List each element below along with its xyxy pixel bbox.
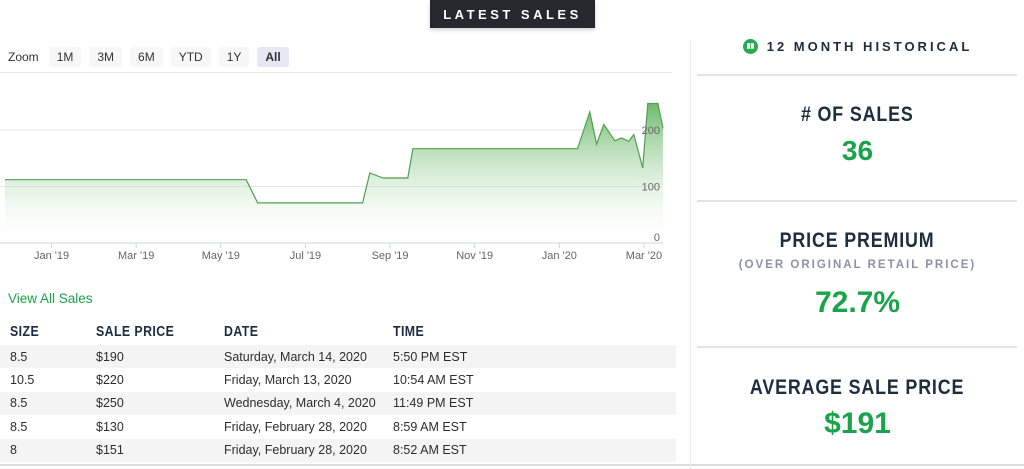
sales-chart[interactable]: Jan '19 Mar '19 May '19 Jul '19 Sep '19 Nov '… xyxy=(0,85,672,268)
twelve-month-historical-panel: 12 MONTH HISTORICAL # OF SALES 36 PRICE … xyxy=(691,0,1024,469)
svg-text:May '19: May '19 xyxy=(202,250,240,262)
cell-time: 11:49 PM EST xyxy=(393,396,474,411)
stat-price-premium-sublabel: (OVER ORIGINAL RETAIL PRICE) xyxy=(738,259,977,271)
svg-text:100: 100 xyxy=(642,182,660,194)
zoom-option-1y[interactable]: 1Y xyxy=(218,47,250,67)
cell-time: 8:59 AM EST xyxy=(393,419,467,434)
zoom-option-1m[interactable]: 1M xyxy=(48,47,82,67)
table-row: 8.5 $130 Friday, February 28, 2020 8:59 AM … xyxy=(0,415,676,438)
latest-sales-tab[interactable]: LATEST SALES xyxy=(430,0,595,28)
historical-icon xyxy=(742,39,758,54)
cell-date: Friday, February 28, 2020 xyxy=(224,443,367,458)
column-header-size: SIZE xyxy=(10,323,40,340)
zoom-option-6m[interactable]: 6M xyxy=(130,47,163,67)
chart-zoom-bar: Zoom 1M 3M 6M YTD 1Y All xyxy=(8,46,289,68)
panel-divider-2 xyxy=(697,200,1017,202)
zoom-option-all[interactable]: All xyxy=(257,47,289,67)
svg-text:0: 0 xyxy=(654,232,660,244)
svg-text:Mar '19: Mar '19 xyxy=(118,250,154,262)
stat-average-sale-price-label: AVERAGE SALE PRICE xyxy=(750,376,965,399)
zoom-option-ytd[interactable]: YTD xyxy=(170,47,211,67)
table-row: 8 $151 Friday, February 28, 2020 8:52 AM ES… xyxy=(0,438,676,462)
column-header-time: TIME xyxy=(393,323,425,340)
panel-divider-3 xyxy=(697,346,1017,348)
svg-text:200: 200 xyxy=(642,125,660,137)
table-row: 8.5 $250 Wednesday, March 4, 2020 11:49 PM … xyxy=(0,391,676,416)
panel-divider-1 xyxy=(697,74,1017,76)
table-row: 10.5 $220 Friday, March 13, 2020 10:54 AM E… xyxy=(0,368,676,391)
cell-date: Wednesday, March 4, 2020 xyxy=(224,396,376,411)
svg-text:Jan '19: Jan '19 xyxy=(34,250,69,262)
sales-table: SIZE SALE PRICE DATE TIME 8.5 $190 Saturda… xyxy=(0,318,676,462)
stat-price-premium-value: 72.7% xyxy=(814,286,901,319)
svg-text:Sep '19: Sep '19 xyxy=(372,250,409,262)
cell-sale-price: $190 xyxy=(96,349,124,364)
stat-average-sale-price-value: $191 xyxy=(824,407,891,440)
chart-top-divider xyxy=(0,72,672,73)
stat-number-of-sales-label: # OF SALES xyxy=(801,103,914,126)
cell-sale-price: $250 xyxy=(96,396,124,411)
view-all-sales-link[interactable]: View All Sales xyxy=(8,291,93,306)
cell-sale-price: $130 xyxy=(96,419,124,434)
cell-date: Saturday, March 14, 2020 xyxy=(224,349,367,364)
svg-text:Jan '20: Jan '20 xyxy=(542,250,577,262)
cell-size: 8.5 xyxy=(10,419,28,434)
svg-text:Mar '20: Mar '20 xyxy=(626,250,662,262)
panel-header: 12 MONTH HISTORICAL xyxy=(691,39,1024,54)
zoom-label: Zoom xyxy=(8,50,39,64)
sales-table-body: 8.5 $190 Saturday, March 14, 2020 5:50 PM E… xyxy=(0,345,676,462)
cell-size: 8.5 xyxy=(10,396,28,411)
zoom-option-3m[interactable]: 3M xyxy=(89,47,123,67)
cell-time: 5:50 PM EST xyxy=(393,349,468,364)
svg-text:Nov '19: Nov '19 xyxy=(456,250,493,262)
cell-date: Friday, February 28, 2020 xyxy=(224,419,367,434)
cell-size: 8 xyxy=(10,443,17,458)
panel-title: 12 MONTH HISTORICAL xyxy=(766,39,973,54)
cell-sale-price: $151 xyxy=(96,443,124,458)
zoom-buttons: 1M 3M 6M YTD 1Y All xyxy=(48,47,289,67)
column-header-date: DATE xyxy=(224,323,259,340)
price-history-chart[interactable]: Jan '19 Mar '19 May '19 Jul '19 Sep '19 Nov '… xyxy=(0,85,672,268)
cell-sale-price: $220 xyxy=(96,373,124,388)
table-row: 8.5 $190 Saturday, March 14, 2020 5:50 PM E… xyxy=(0,345,676,369)
stat-price-premium-label: PRICE PREMIUM xyxy=(780,229,935,252)
latest-sales-page: LATEST SALES Zoom 1M 3M 6M YTD 1Y All Jan '19… xyxy=(0,0,1024,469)
svg-text:Jul '19: Jul '19 xyxy=(290,250,321,262)
stat-number-of-sales-value: 36 xyxy=(841,135,874,166)
cell-size: 8.5 xyxy=(10,349,28,364)
cell-time: 8:52 AM EST xyxy=(393,443,467,458)
sales-table-header: SIZE SALE PRICE DATE TIME xyxy=(0,318,676,345)
cell-date: Friday, March 13, 2020 xyxy=(224,373,352,388)
column-header-sale-price: SALE PRICE xyxy=(96,323,175,340)
cell-size: 10.5 xyxy=(10,373,35,388)
cell-time: 10:54 AM EST xyxy=(393,373,474,388)
